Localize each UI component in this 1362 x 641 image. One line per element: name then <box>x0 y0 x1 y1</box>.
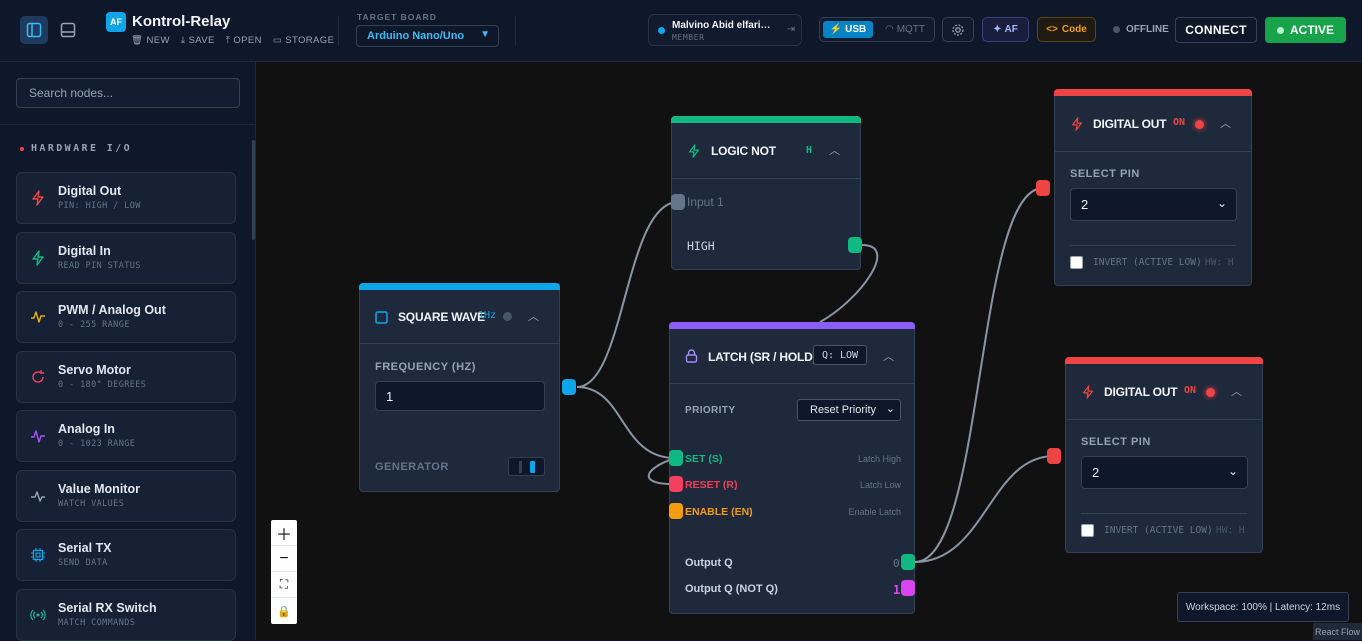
node-title: LATCH (SR / HOLD) <box>708 350 817 364</box>
state-led <box>1195 120 1204 129</box>
node-logic-not[interactable]: LOGIC NOT H ︿ Input 1 HIGH <box>671 116 861 270</box>
enable-hint: Enable Latch <box>848 507 901 517</box>
hw-state-label: HW: H <box>1216 525 1245 536</box>
chevron-down-icon: ⌄ <box>1216 196 1227 210</box>
edge-square-to-set[interactable] <box>576 386 676 459</box>
status-dot <box>503 312 512 321</box>
zoom-controls: ＋ − ⛶ 🔒 <box>271 520 297 624</box>
divider <box>670 383 914 384</box>
output-not-q-value: 1 <box>893 583 901 597</box>
logic-not-output-handle[interactable] <box>848 237 862 253</box>
node-digital-out-1[interactable]: DIGITAL OUT ON ︿ SELECT PIN 2 ⌄ INVERT (… <box>1054 89 1252 286</box>
digital-out-2-input-handle[interactable] <box>1047 448 1061 464</box>
node-square-wave[interactable]: SQUARE WAVE 1Hz ︿ FREQUENCY (HZ) 1 GENER… <box>359 283 560 492</box>
zoom-out-button[interactable]: − <box>271 546 297 572</box>
state-badge: ON <box>1173 117 1186 128</box>
divider <box>1066 419 1262 420</box>
edge-q-to-out2[interactable] <box>914 455 1055 563</box>
collapse-icon[interactable]: ︿ <box>528 308 539 324</box>
output-not-q-label: Output Q (NOT Q) <box>685 583 778 595</box>
react-flow-attribution[interactable]: React Flow <box>1313 623 1362 640</box>
select-pin-label: SELECT PIN <box>1081 436 1151 448</box>
node-title: LOGIC NOT <box>711 144 776 158</box>
latch-enable-handle[interactable] <box>669 503 683 519</box>
generator-label: GENERATOR <box>375 461 449 473</box>
divider <box>1081 513 1247 514</box>
node-title: SQUARE WAVE <box>398 310 485 324</box>
select-pin-label: SELECT PIN <box>1070 168 1140 180</box>
state-badge: Q: LOW <box>813 345 867 365</box>
divider <box>1070 245 1236 246</box>
divider <box>360 343 559 344</box>
workspace-status: Workspace: 100% | Latency: 12ms <box>1177 592 1349 622</box>
input-label: Input 1 <box>687 195 724 209</box>
invert-checkbox[interactable] <box>1070 256 1083 269</box>
output-q-value: 0 <box>893 557 900 570</box>
set-hint: Latch High <box>857 454 901 464</box>
collapse-icon[interactable]: ︿ <box>829 142 840 158</box>
node-accent-bar <box>1054 89 1252 96</box>
node-latch[interactable]: LATCH (SR / HOLD) Q: LOW ︿ PRIORITY Rese… <box>669 322 915 614</box>
output-state: HIGH <box>687 239 715 253</box>
set-label: SET (S) <box>685 453 723 465</box>
node-digital-out-2[interactable]: DIGITAL OUT ON ︿ SELECT PIN 2 ⌄ INVERT (… <box>1065 357 1263 553</box>
zoom-in-button[interactable]: ＋ <box>271 520 297 546</box>
frequency-label: FREQUENCY (HZ) <box>375 361 476 373</box>
node-accent-bar <box>1065 357 1263 364</box>
reset-hint: Latch Low <box>859 480 901 490</box>
minus-icon: − <box>279 549 289 567</box>
output-q-label: Output Q <box>685 557 733 569</box>
square-icon <box>375 311 388 324</box>
priority-label: PRIORITY <box>685 405 736 416</box>
divider <box>672 178 860 179</box>
chevron-down-icon: ⌄ <box>885 403 895 415</box>
generator-toggle[interactable] <box>508 457 545 476</box>
latch-not-q-output-handle[interactable] <box>901 580 915 596</box>
fit-view-button[interactable]: ⛶ <box>271 572 297 598</box>
priority-select[interactable]: Reset Priority ⌄ <box>797 399 901 421</box>
invert-checkbox[interactable] <box>1081 524 1094 537</box>
frequency-input[interactable]: 1 <box>375 381 545 411</box>
bolt-icon <box>1072 117 1082 131</box>
lock-view-button[interactable]: 🔒 <box>271 598 297 624</box>
collapse-icon[interactable]: ︿ <box>1220 115 1231 131</box>
lock-icon: 🔒 <box>277 605 291 618</box>
node-accent-bar <box>669 322 915 329</box>
hw-state-label: HW: H <box>1205 257 1234 268</box>
pin-select[interactable]: 2 ⌄ <box>1081 456 1248 489</box>
bolt-icon <box>1083 385 1093 399</box>
edge-q-to-out1[interactable] <box>914 187 1044 563</box>
enable-label: ENABLE (EN) <box>685 506 753 518</box>
node-accent-bar <box>359 283 560 290</box>
reset-label: RESET (R) <box>685 479 738 491</box>
latch-q-output-handle[interactable] <box>901 554 915 570</box>
chevron-down-icon: ⌄ <box>1227 464 1238 478</box>
pin-select[interactable]: 2 ⌄ <box>1070 188 1237 221</box>
square-wave-output-handle[interactable] <box>562 379 576 395</box>
bolt-icon <box>689 144 699 158</box>
plus-icon: ＋ <box>275 526 292 544</box>
invert-label: INVERT (ACTIVE LOW) <box>1093 257 1202 268</box>
frequency-badge: 1Hz <box>478 310 497 321</box>
invert-label: INVERT (ACTIVE LOW) <box>1104 525 1213 536</box>
lock-icon <box>685 349 698 363</box>
node-title: DIGITAL OUT <box>1093 117 1167 131</box>
latch-set-handle[interactable] <box>669 450 683 466</box>
collapse-icon[interactable]: ︿ <box>883 348 894 364</box>
node-title: DIGITAL OUT <box>1104 385 1178 399</box>
digital-out-1-input-handle[interactable] <box>1036 180 1050 196</box>
logic-not-input-handle[interactable] <box>671 194 685 210</box>
state-led <box>1206 388 1215 397</box>
fit-view-icon: ⛶ <box>279 577 289 591</box>
collapse-icon[interactable]: ︿ <box>1231 383 1242 399</box>
state-badge: ON <box>1184 385 1197 396</box>
node-accent-bar <box>671 116 861 123</box>
state-badge: H <box>806 145 813 156</box>
latch-reset-handle[interactable] <box>669 476 683 492</box>
edge-square-to-not[interactable] <box>576 201 679 388</box>
divider <box>1055 151 1251 152</box>
